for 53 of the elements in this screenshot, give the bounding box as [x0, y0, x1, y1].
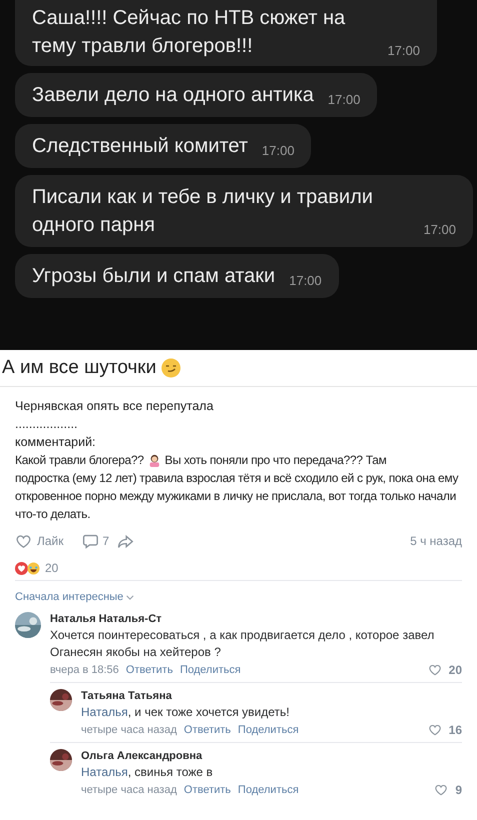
share-link[interactable]: Поделиться: [180, 662, 241, 678]
message-text: Угрозы были и спам атаки: [32, 264, 276, 289]
message-text: Следственный комитет: [32, 134, 248, 159]
like-button[interactable]: Лайк: [15, 532, 64, 550]
post-text: ..................: [15, 416, 79, 433]
mention-link[interactable]: Наталья: [81, 765, 128, 779]
share-link[interactable]: Поделиться: [238, 782, 299, 798]
post-title: А им все шуточки: [2, 356, 156, 380]
message-text: Писали как и тебе в личку и травили одного парня: [32, 185, 374, 238]
reply-link[interactable]: Ответить: [126, 662, 173, 678]
comments-button[interactable]: 7: [82, 532, 110, 550]
message-time: 17:00: [423, 221, 456, 239]
heart-icon[interactable]: [434, 783, 448, 797]
comment-author[interactable]: Наталья Наталья-Ст: [50, 612, 462, 627]
post-time: 5 ч назад: [410, 533, 462, 550]
heart-icon[interactable]: [428, 723, 442, 737]
message-text: Завели дело на одного антика: [32, 83, 314, 108]
heart-icon[interactable]: [15, 532, 32, 550]
sort-dropdown[interactable]: Сначала интересные: [15, 588, 134, 606]
comment-author[interactable]: Ольга Александровна: [81, 749, 462, 764]
comment-time: вчера в 18:56: [50, 663, 119, 678]
woman-emoji-icon: [148, 454, 161, 466]
message-time: 17:00: [328, 91, 360, 109]
post-text: Вы хоть поняли про что передача??? Там: [164, 452, 387, 469]
comment-icon: [82, 532, 99, 550]
comment-text: Наталья, свинья тоже в: [81, 764, 214, 781]
heart-reaction-icon: [15, 562, 28, 574]
comment-author[interactable]: Татьяна Татьяна: [81, 689, 462, 704]
smirk-emoji-icon: [161, 358, 182, 378]
heart-icon[interactable]: [428, 663, 442, 677]
laughing-emoji-icon: [27, 562, 40, 574]
message-time: 17:00: [387, 42, 420, 60]
message-time: 17:00: [262, 142, 294, 160]
message-text: Саша!!!! Сейчас по НТВ сюжет на тему травли блогеров!!!: [32, 6, 346, 59]
reply-link[interactable]: Ответить: [184, 782, 231, 798]
post-text: Какой травли блогера??: [15, 452, 144, 469]
like-count: 9: [455, 782, 462, 798]
post-text: комментарий:: [15, 434, 97, 451]
message-time: 17:00: [289, 272, 322, 290]
comment-text: Хочется поинтересоваться , а как продвигается дело , которое завел Оганесян якобы на хейтеров ?: [50, 627, 436, 661]
reply-link[interactable]: Ответить: [184, 722, 231, 738]
chevron-down-icon: [126, 594, 134, 600]
share-icon[interactable]: [117, 532, 134, 550]
like-count: 20: [448, 662, 462, 678]
mention-link[interactable]: Наталья: [81, 705, 128, 719]
like-count: 16: [448, 722, 462, 738]
share-link[interactable]: Поделиться: [238, 722, 299, 738]
reactions-count: 20: [45, 560, 58, 577]
post-text: Чернявская опять все перепутала: [15, 398, 214, 415]
comment-text: Наталья, и чек тоже хочется увидеть!: [81, 704, 290, 721]
post-text: подростка (ему 12 лет) травила взрослая тётя и всё сходило ей с рук, пока она ему откровенное порно между мужиками в личку не прислала, вот тогда только начали что-то делать.: [15, 470, 460, 523]
comment-time: четыре часа назад: [81, 723, 177, 738]
comment-time: четыре часа назад: [81, 783, 177, 798]
